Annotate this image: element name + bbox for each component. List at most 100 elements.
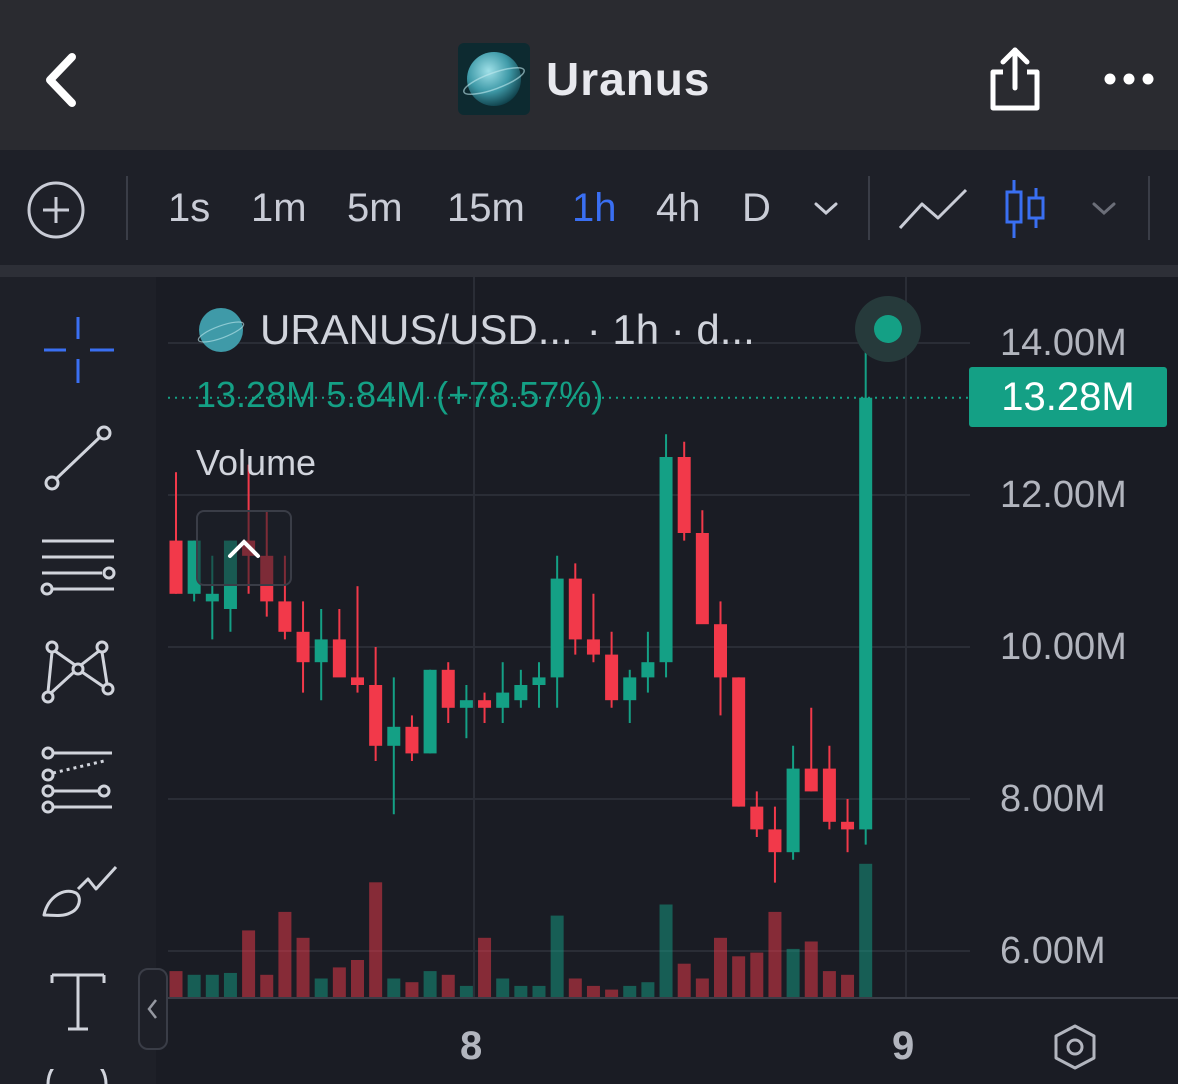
chart-legend: URANUS/USD... · 1h · d... (196, 300, 755, 360)
timeframe-1h[interactable]: 1h (572, 186, 617, 231)
candle-body (169, 540, 183, 594)
volume-bar (205, 974, 219, 997)
volume-bar (351, 960, 364, 997)
share-icon[interactable] (985, 42, 1045, 114)
candle-body (695, 533, 709, 625)
y-tick-label: 14.00M (1000, 322, 1127, 364)
candle-body (804, 768, 818, 792)
line-chart-icon[interactable] (898, 186, 968, 232)
candle-body (768, 829, 782, 853)
volume-bar (859, 863, 873, 997)
volume-bar (278, 911, 292, 997)
candle-body (205, 593, 219, 602)
pattern-icon[interactable] (38, 637, 118, 717)
brush-icon[interactable] (38, 857, 118, 937)
volume-bar (223, 972, 237, 997)
candle-body (623, 677, 637, 701)
candle-body (586, 639, 600, 655)
ohlc-values: 13.28M 5.84M (+78.57%) (196, 374, 604, 415)
collapse-sidebar-button[interactable] (138, 968, 168, 1050)
last-price-tag: 13.28M (969, 367, 1167, 427)
text-icon[interactable] (38, 967, 118, 1047)
volume-bar (714, 937, 727, 997)
top-bar: Uranus (0, 0, 1178, 150)
volume-bar (677, 963, 691, 997)
timeframe-d[interactable]: D (742, 186, 771, 231)
volume-bar (187, 974, 201, 997)
candle-body (278, 601, 292, 632)
volume-bar (459, 985, 473, 997)
chevron-up-icon (228, 539, 260, 558)
candle-body (459, 700, 473, 708)
header-title-group: Uranus (458, 42, 710, 116)
timeframe-1s[interactable]: 1s (168, 186, 210, 231)
candle-body (532, 677, 546, 685)
candle-body (859, 397, 873, 830)
candlestick-icon[interactable] (1002, 178, 1048, 240)
planet-logo-icon (458, 43, 530, 115)
volume-bar (841, 974, 855, 997)
forecast-icon[interactable] (38, 745, 118, 825)
candle-body (732, 677, 746, 807)
timeframe-15m[interactable]: 15m (447, 186, 525, 231)
add-indicator-icon[interactable] (26, 180, 86, 240)
symbol-name[interactable]: URANUS/USD... (260, 306, 573, 354)
volume-bar (586, 985, 600, 997)
y-tick-label: 10.00M (1000, 626, 1127, 668)
chart-toolbar: 1s 1m 5m 15m 1h 4h D (0, 150, 1178, 265)
volume-bar (822, 971, 836, 997)
candle-body (659, 457, 673, 663)
timeframe-4h[interactable]: 4h (656, 186, 701, 231)
candle-body (786, 768, 800, 853)
candle-body (405, 726, 419, 754)
toolbar-separator (0, 265, 1178, 277)
volume-bar (750, 952, 764, 997)
volume-bar (804, 941, 818, 997)
chevron-down-icon[interactable] (1090, 200, 1118, 218)
volume-bar (423, 971, 437, 997)
partial-tool-icon[interactable] (44, 1069, 110, 1084)
more-icon[interactable] (1100, 64, 1160, 94)
candle-body (677, 457, 691, 533)
candle-body (478, 700, 492, 708)
volume-bar (369, 882, 383, 997)
volume-bar (314, 978, 328, 997)
volume-bar (532, 985, 546, 997)
volume-bar (169, 971, 183, 997)
candle-body (568, 578, 582, 640)
volume-bar (242, 930, 256, 997)
volume-label[interactable]: Volume (196, 442, 316, 484)
candle-body (750, 806, 764, 830)
market-status-dot (855, 296, 921, 362)
chart-settings-icon[interactable] (1050, 1022, 1100, 1072)
y-tick-label: 12.00M (1000, 474, 1127, 516)
volume-bar (478, 937, 492, 997)
fib-lines-icon[interactable] (38, 533, 118, 613)
back-arrow-icon[interactable] (38, 45, 88, 115)
chevron-down-icon[interactable] (812, 200, 840, 218)
trend-line-icon[interactable] (38, 421, 118, 501)
timeframe-5m[interactable]: 5m (347, 186, 403, 231)
candle-body (332, 639, 346, 678)
volume-bar (387, 978, 401, 997)
volume-bar (605, 989, 619, 997)
collapse-indicators-button[interactable] (196, 510, 292, 586)
candle-body (351, 677, 364, 685)
page-title: Uranus (546, 53, 711, 105)
candle-body (841, 821, 855, 830)
volume-bar (514, 985, 528, 997)
candle-body (441, 669, 455, 708)
timeframe-1m[interactable]: 1m (251, 186, 307, 231)
volume-bar (405, 982, 419, 997)
crosshair-icon[interactable] (38, 309, 118, 389)
volume-bar (732, 956, 746, 997)
symbol-interval: · 1h · d... (586, 306, 755, 353)
volume-bar (441, 974, 455, 997)
chevron-left-icon (147, 999, 157, 1019)
volume-bar (695, 978, 709, 997)
candle-body (369, 685, 383, 746)
volume-bar (768, 911, 782, 997)
candle-body (387, 726, 401, 746)
candle-body (314, 639, 328, 663)
y-tick-label: 6.00M (1000, 930, 1106, 972)
